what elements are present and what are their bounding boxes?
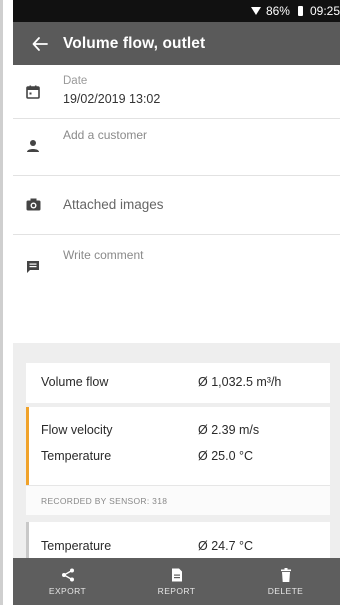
comment-field[interactable]: Write comment <box>13 235 340 314</box>
recorded-by-sensor: RECORDED BY SENSOR: 318 <box>41 496 168 506</box>
result-value: Ø 25.0 °C <box>198 449 254 463</box>
bottom-action-bar: EXPORT REPORT DELETE <box>13 558 340 605</box>
result-label: Temperature <box>41 449 112 463</box>
battery-percent: 86% <box>265 4 290 18</box>
phone-screen: 86% 09:25 Volume flow, outlet Date 19/02… <box>13 0 340 605</box>
attached-images-label: Attached images <box>63 197 164 212</box>
calendar-icon <box>26 85 40 99</box>
result-label: Temperature <box>41 539 112 553</box>
trash-icon <box>280 567 291 582</box>
result-card-sensor: Flow velocity Ø 2.39 m/s Temperature Ø 2… <box>26 407 330 515</box>
export-label: EXPORT <box>48 585 87 596</box>
left-frame-gap <box>4 0 13 605</box>
result-value: Ø 1,032.5 m³/h <box>198 375 282 389</box>
delete-label: DELETE <box>267 585 304 596</box>
clock: 09:25 <box>309 4 340 18</box>
result-card-volume-flow: Volume flow Ø 1,032.5 m³/h <box>26 363 330 403</box>
comment-placeholder: Write comment <box>63 248 144 262</box>
report-icon <box>171 568 182 581</box>
status-bar: 86% 09:25 <box>13 0 340 22</box>
battery-icon <box>297 6 303 16</box>
result-value: Ø 2.39 m/s <box>198 423 260 437</box>
export-button[interactable]: EXPORT <box>13 558 122 605</box>
comment-icon <box>27 261 39 273</box>
result-row: Temperature Ø 24.7 °C <box>41 539 320 553</box>
left-frame-edge <box>0 0 3 605</box>
camera-icon <box>26 198 41 211</box>
result-row: Temperature Ø 25.0 °C <box>41 449 320 463</box>
date-label: Date <box>63 75 88 87</box>
result-label: Volume flow <box>41 375 109 389</box>
report-label: REPORT <box>157 585 196 596</box>
result-label: Flow velocity <box>41 423 113 437</box>
result-value: Ø 24.7 °C <box>198 539 254 553</box>
report-button[interactable]: REPORT <box>122 558 231 605</box>
person-icon <box>27 140 39 152</box>
customer-placeholder: Add a customer <box>63 128 148 142</box>
arrow-left-icon[interactable] <box>31 35 49 53</box>
wifi-icon <box>250 7 261 15</box>
delete-button[interactable]: DELETE <box>231 558 340 605</box>
result-row: Flow velocity Ø 2.39 m/s <box>41 423 320 437</box>
app-bar: Volume flow, outlet <box>13 22 340 65</box>
date-field[interactable]: Date 19/02/2019 13:02 <box>13 65 340 119</box>
attached-images-field[interactable]: Attached images <box>13 176 340 235</box>
result-row: Volume flow Ø 1,032.5 m³/h <box>41 375 320 389</box>
date-value: 19/02/2019 13:02 <box>63 92 161 106</box>
share-icon <box>61 568 74 581</box>
sensor-strip: RECORDED BY SENSOR: 318 <box>26 485 330 515</box>
customer-field[interactable]: Add a customer <box>13 119 340 176</box>
page-title: Volume flow, outlet <box>63 34 206 52</box>
